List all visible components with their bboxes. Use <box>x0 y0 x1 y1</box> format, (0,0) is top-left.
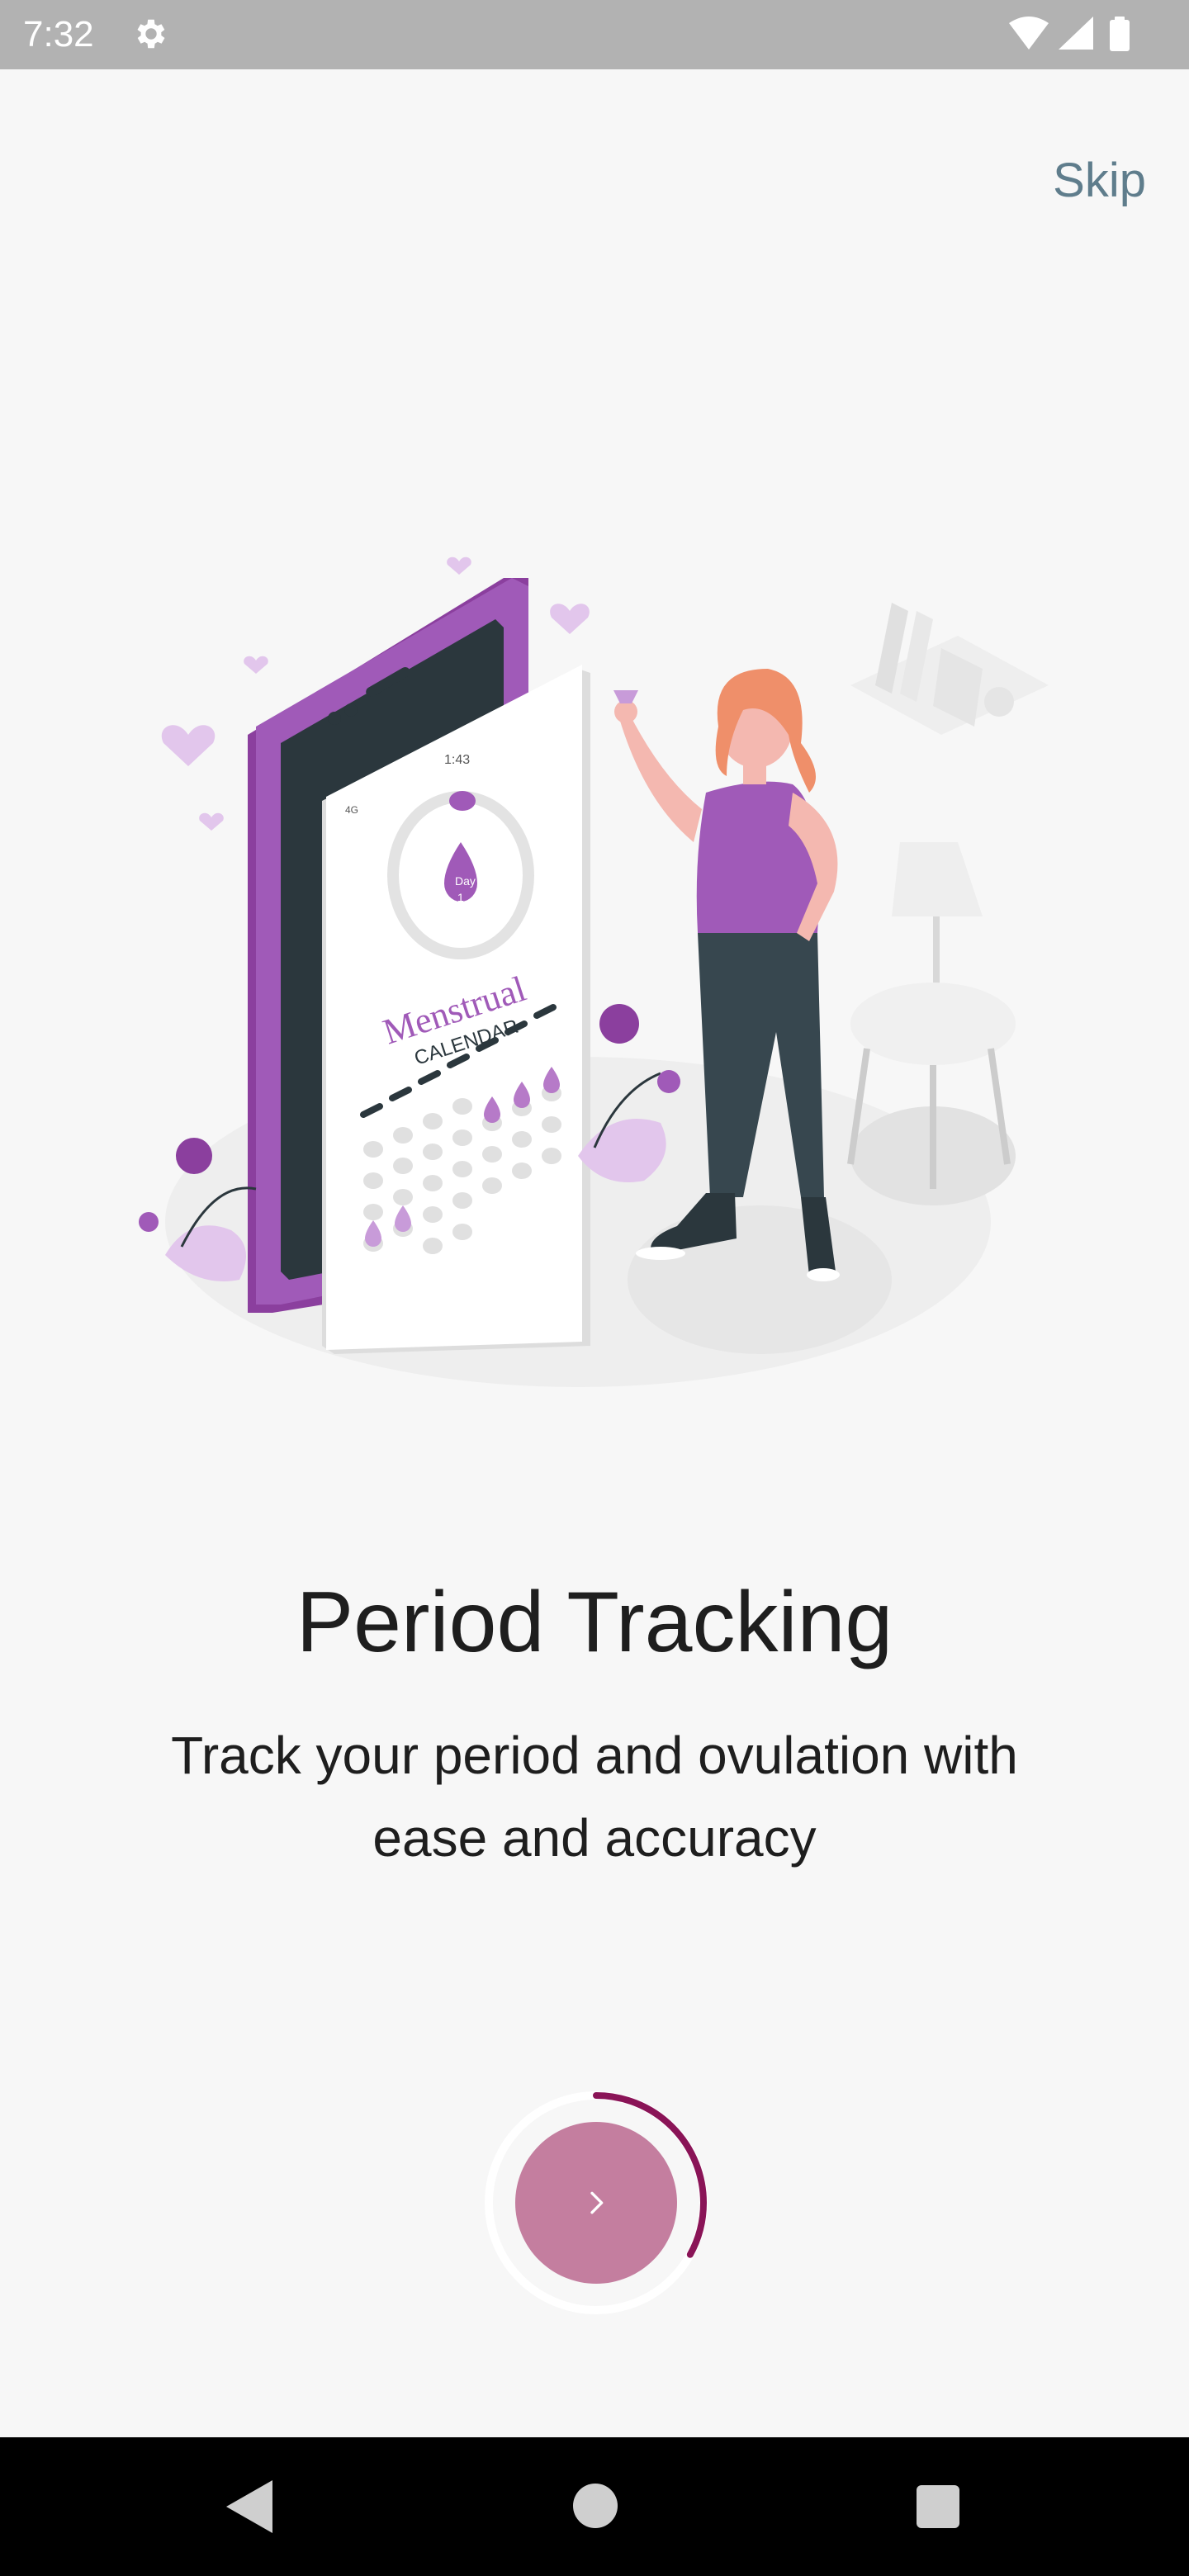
next-button-container <box>481 2087 712 2318</box>
page-title: Period Tracking <box>296 1574 893 1670</box>
chevron-right-icon <box>590 2191 604 2214</box>
wifi-icon <box>1009 17 1049 50</box>
day-badge-label: Day <box>455 874 476 888</box>
recents-icon[interactable] <box>917 2485 959 2528</box>
cell-signal-icon <box>1059 17 1093 50</box>
battery-icon <box>1110 20 1130 51</box>
next-button[interactable] <box>515 2122 677 2284</box>
settings-gear-icon <box>137 19 165 49</box>
page-description: Track your period and ovulation with eas… <box>99 1714 1090 1879</box>
shelf-icon <box>850 603 1049 735</box>
onboarding-illustration: 1:43 4G Day 1 Menstrual CALENDAR <box>139 556 1049 1387</box>
description-line: Track your period and ovulation with <box>171 1726 1018 1785</box>
description-line: ease and accuracy <box>372 1808 817 1868</box>
navigation-bar <box>0 2437 1189 2576</box>
back-icon[interactable] <box>223 2477 281 2536</box>
phone-time: 1:43 <box>444 753 470 767</box>
day-badge-number: 1 <box>457 891 464 904</box>
status-bar: 7:32 <box>0 0 1189 69</box>
phone-network: 4G <box>345 804 358 816</box>
status-icons <box>1009 17 1130 51</box>
home-icon[interactable] <box>573 2484 618 2528</box>
status-time: 7:32 <box>23 14 94 54</box>
skip-button[interactable]: Skip <box>1053 152 1146 210</box>
